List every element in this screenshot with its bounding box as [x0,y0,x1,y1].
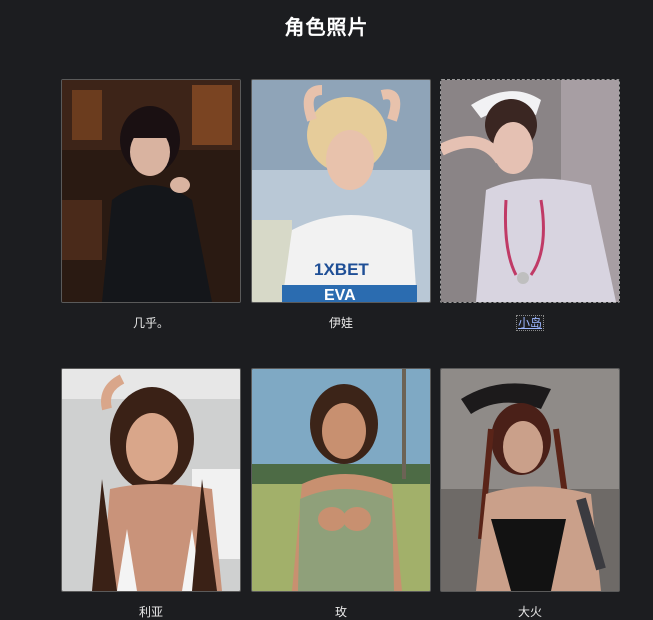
character-card-selected[interactable]: 小岛 [440,79,620,331]
character-photo[interactable] [440,79,620,303]
character-photo[interactable] [61,79,241,303]
character-photo[interactable] [251,368,431,592]
character-name[interactable]: 利亚 [61,604,241,620]
shirt-logo-text: 1XBET [314,260,369,279]
character-card[interactable]: 利亚 [61,368,241,620]
shirt-name-text: EVA [324,287,356,302]
character-card[interactable]: 几乎。 [61,79,241,331]
character-name[interactable]: 大火 [440,604,620,620]
page-title: 角色照片 [284,15,369,39]
character-photo[interactable]: 1XBET EVA [251,79,431,303]
character-name[interactable]: 小岛 [440,315,620,331]
character-card[interactable]: 玫 [251,368,431,620]
character-name[interactable]: 玫 [251,604,431,620]
character-name[interactable]: 伊娃 [251,315,431,331]
character-card[interactable]: 1XBET EVA 伊娃 [251,79,431,331]
character-name[interactable]: 几乎。 [61,315,241,331]
character-photo[interactable] [440,368,620,592]
character-card[interactable]: 大火 [440,368,620,620]
character-photo[interactable] [61,368,241,592]
